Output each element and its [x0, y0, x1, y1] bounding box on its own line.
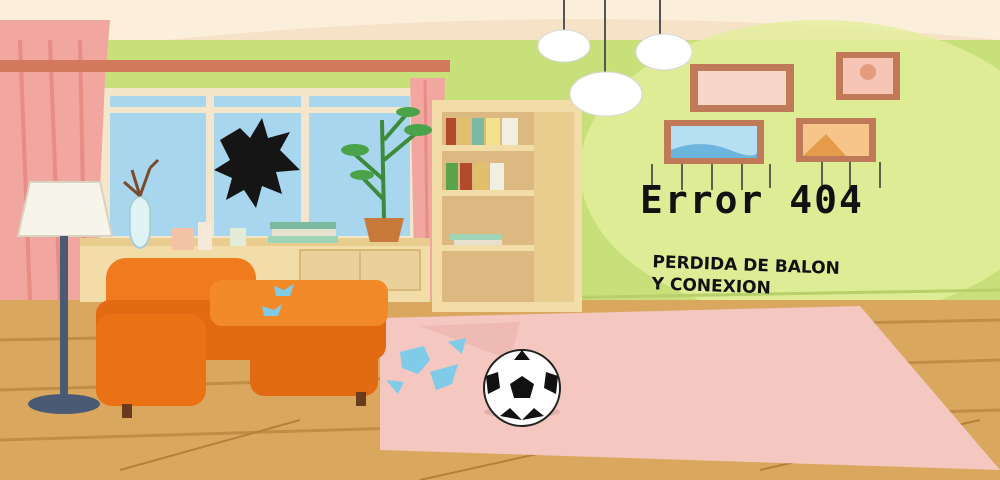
room-scene: [0, 0, 1000, 480]
candle: [172, 228, 194, 250]
soccer-ball: [483, 349, 561, 427]
bookshelf: [432, 100, 582, 312]
error-subtitle: PERDIDA DE BALON Y CONEXION: [651, 251, 922, 304]
error-title: Error 404: [640, 178, 864, 222]
error-404-illustration: Error 404 PERDIDA DE BALON Y CONEXION: [0, 0, 1000, 480]
books-stack: [268, 222, 338, 243]
